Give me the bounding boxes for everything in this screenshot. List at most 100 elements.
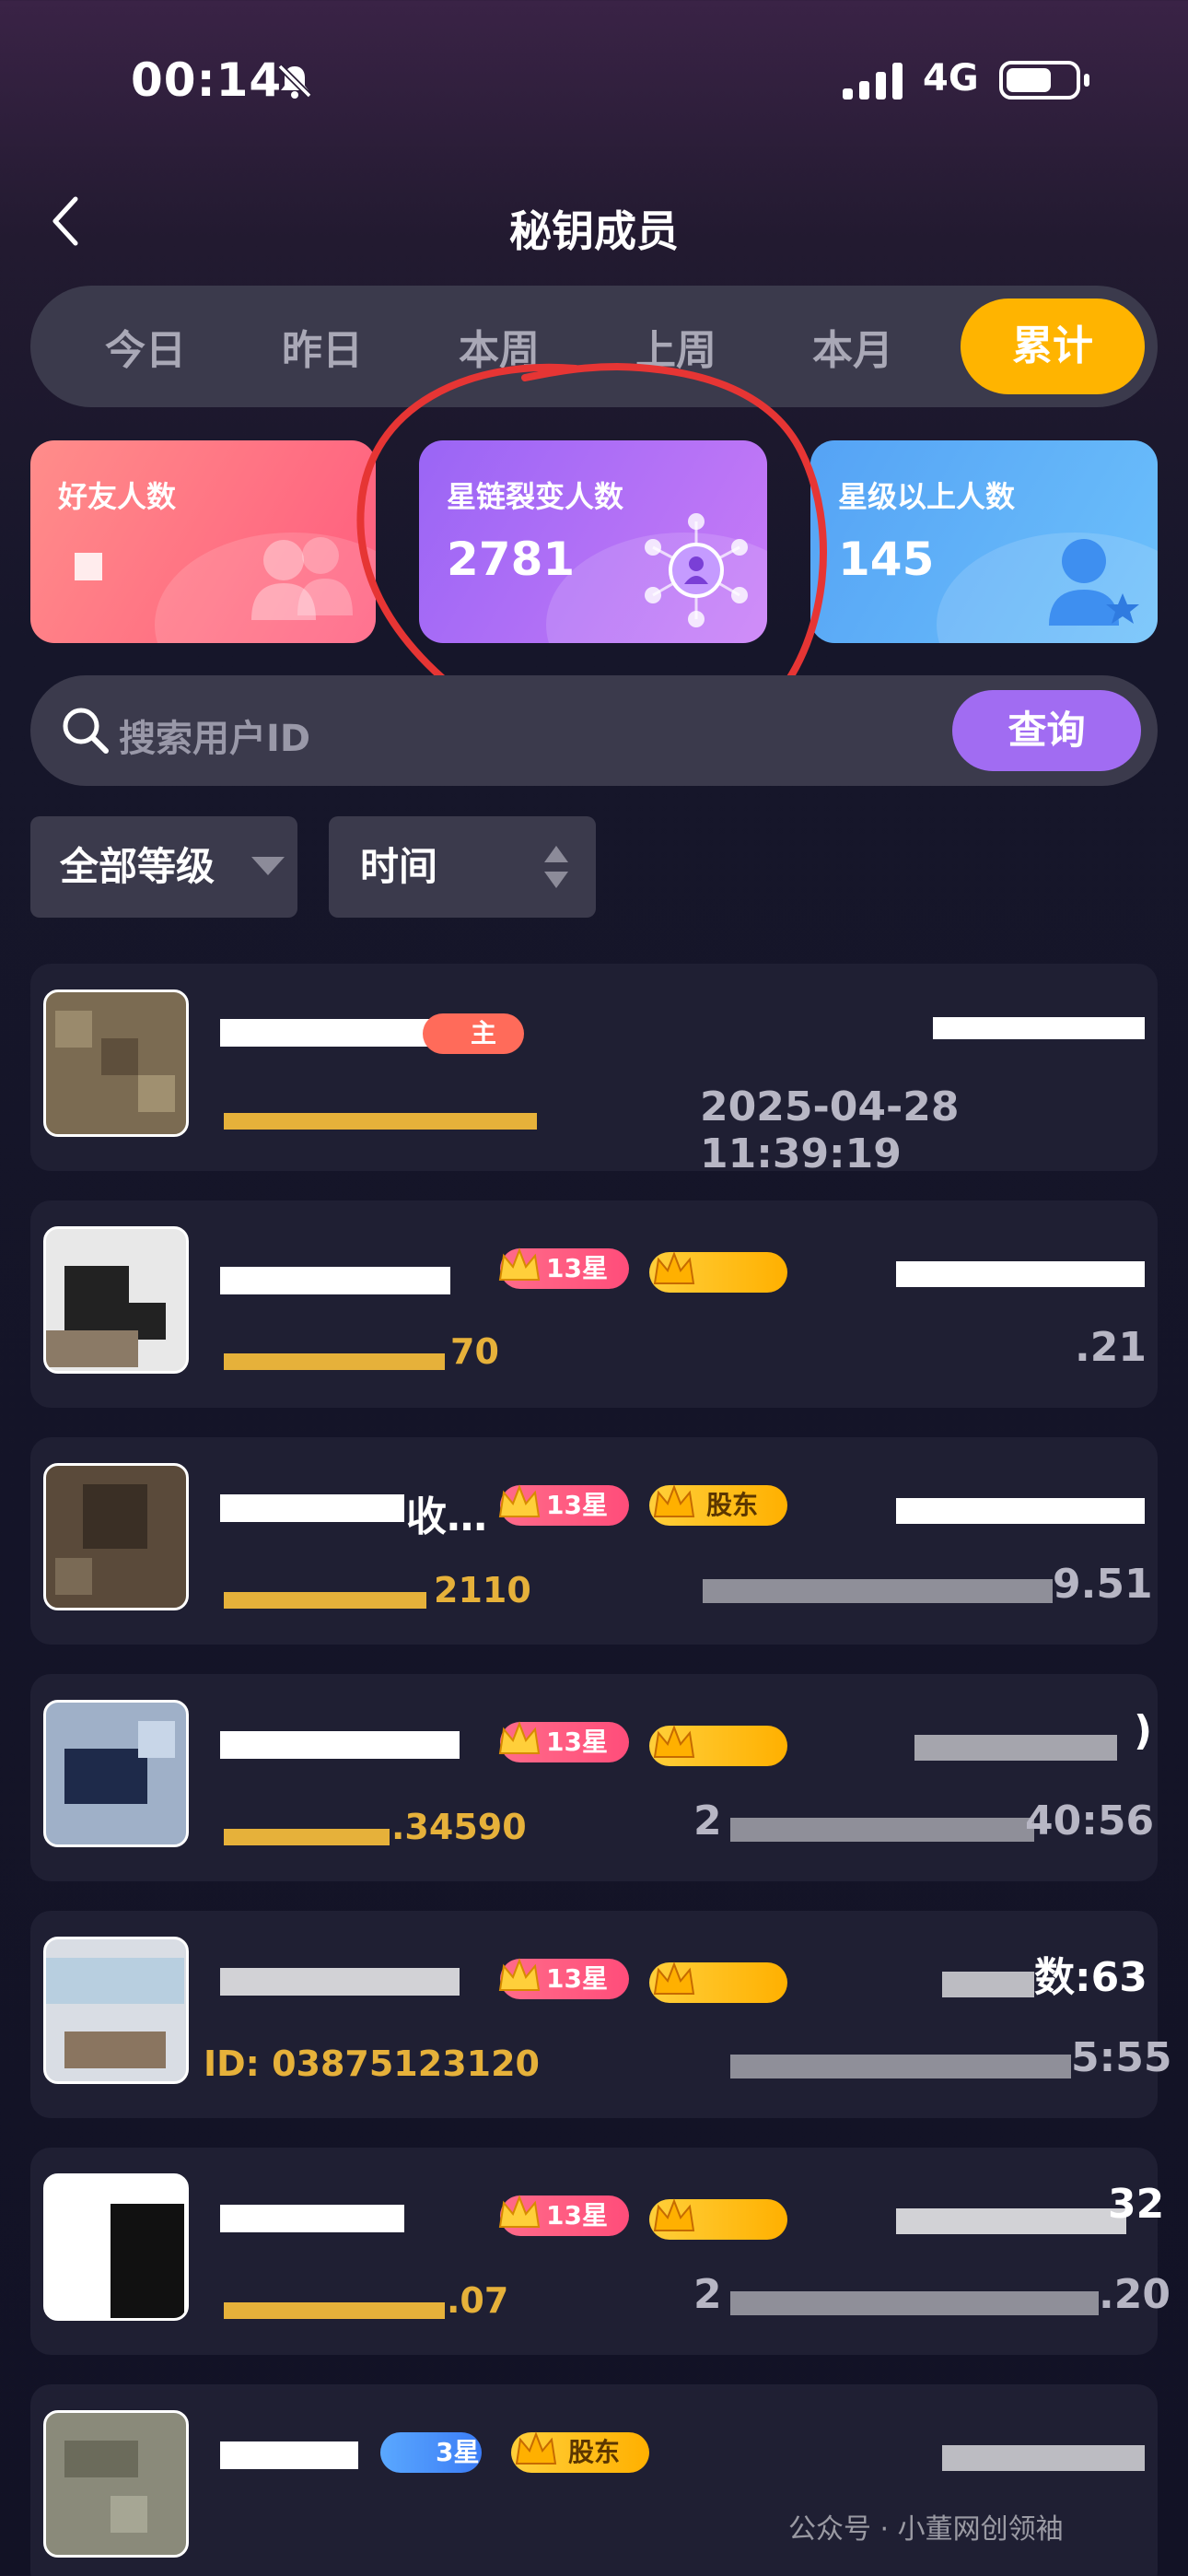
- shareholder-badge: [649, 2198, 787, 2240]
- id-redacted: [224, 1592, 426, 1609]
- crown-icon: [653, 2198, 695, 2231]
- timestamp: .21: [1075, 1324, 1147, 1371]
- member-row[interactable]: 13星 32 .07 2 .20: [30, 2148, 1171, 2355]
- level-filter-label: 全部等级: [60, 844, 215, 889]
- star-level-badge: 13星: [498, 1247, 629, 1289]
- timestamp-redacted: [703, 1579, 1053, 1603]
- crown-icon: [498, 2195, 541, 2228]
- crown-icon: [498, 1484, 541, 1517]
- right-top-text: 数:63: [1034, 1954, 1147, 2001]
- stat-value: 145: [838, 533, 935, 586]
- level-filter-dropdown[interactable]: 全部等级: [30, 816, 297, 918]
- shareholder-badge: 股东: [511, 2431, 649, 2473]
- avatar: [43, 1937, 189, 2084]
- right-top-text: ): [1134, 1707, 1153, 1754]
- user-star-icon: [1049, 539, 1139, 626]
- name-redacted: [220, 1731, 460, 1759]
- right-top-redacted: [896, 2208, 1126, 2234]
- caret-down-icon: [251, 857, 285, 875]
- member-row[interactable]: 主 2025-04-28 11:39:19: [30, 964, 1158, 1177]
- shareholder-badge: [649, 1725, 787, 1766]
- shareholder-badge: [649, 1251, 787, 1293]
- crown-icon: [498, 1721, 541, 1754]
- member-row[interactable]: 3星 股东: [30, 2384, 1158, 2576]
- timestamp: .20: [1099, 2271, 1171, 2318]
- tab-today[interactable]: 今日: [76, 317, 215, 376]
- member-id: 2110: [434, 1570, 531, 1610]
- right-top-redacted: [914, 1735, 1117, 1761]
- star-level-badge: 3星: [380, 2432, 482, 2473]
- member-row[interactable]: 13星 ) .34590 2 40:56: [30, 1674, 1158, 1881]
- role-tag: 主: [423, 1013, 524, 1054]
- crown-icon: [653, 1961, 695, 1995]
- redaction: [75, 553, 102, 580]
- crown-icon: [653, 1725, 695, 1758]
- member-row[interactable]: 收… 13星 股东 2110 9.51: [30, 1437, 1158, 1645]
- member-row[interactable]: 13星 数:63 ID: 03875123120 5:55: [30, 1911, 1171, 2118]
- signal-icon: [843, 63, 903, 100]
- member-id: .34590: [391, 1807, 527, 1847]
- member-name: 收…: [406, 1493, 487, 1540]
- star-level-badge: 13星: [498, 2195, 629, 2236]
- stat-label: 星级以上人数: [838, 479, 1016, 514]
- timestamp-prefix: 2: [693, 1797, 722, 1844]
- crown-icon: [498, 1958, 541, 1991]
- member-id: 70: [450, 1331, 499, 1372]
- timestamp: 2025-04-28 11:39:19: [700, 1083, 960, 1177]
- search-bar: 搜索用户ID 查询: [30, 675, 1158, 786]
- name-redacted: [220, 1267, 450, 1294]
- member-id: .07: [447, 2280, 509, 2321]
- star-level-badge: 13星: [498, 1721, 629, 1762]
- avatar: [43, 1463, 189, 1610]
- status-bar: 00:14 4G: [0, 0, 1188, 166]
- shareholder-badge: 股东: [649, 1484, 787, 1526]
- tab-cumulative[interactable]: 累计: [961, 299, 1145, 394]
- time-sort-label: 时间: [360, 844, 438, 889]
- sort-updown-icon: [544, 846, 568, 888]
- name-redacted: [220, 2205, 404, 2232]
- avatar: [43, 2173, 189, 2321]
- right-top-redacted: [896, 1498, 1145, 1524]
- watermark: 公众号 · 小董网创领袖: [788, 2513, 1064, 2546]
- timestamp-redacted: [730, 1818, 1034, 1842]
- timestamp: 40:56: [1025, 1797, 1155, 1844]
- timestamp: 9.51: [1053, 1561, 1153, 1608]
- star-level-badge: 13星: [498, 1484, 629, 1526]
- right-top-redacted: [933, 1017, 1145, 1039]
- timestamp-redacted: [730, 2055, 1071, 2078]
- star-level-badge: 13星: [498, 1958, 629, 1999]
- time-sort-button[interactable]: 时间: [329, 816, 596, 918]
- search-icon: [63, 708, 109, 754]
- right-top-redacted: [942, 2445, 1145, 2471]
- network-type: 4G: [923, 57, 979, 100]
- right-top-redacted: [942, 1972, 1034, 1997]
- timestamp-prefix: 2: [693, 2271, 722, 2318]
- search-input[interactable]: 搜索用户ID: [119, 708, 310, 762]
- avatar: [43, 1226, 189, 1374]
- id-redacted: [224, 1353, 445, 1370]
- status-time: 00:14: [131, 53, 283, 107]
- crown-icon: [653, 1251, 695, 1284]
- stat-label: 好友人数: [58, 479, 177, 514]
- crown-icon: [653, 1484, 695, 1517]
- bell-muted-icon: [277, 64, 312, 99]
- timestamp: 5:55: [1071, 2034, 1172, 2081]
- battery-icon: [999, 61, 1089, 100]
- crown-icon: [498, 1247, 541, 1281]
- member-row[interactable]: 13星 70 .21: [30, 1200, 1158, 1408]
- stat-card-friends[interactable]: 好友人数: [30, 440, 376, 643]
- query-button[interactable]: 查询: [952, 690, 1141, 771]
- id-redacted: [224, 2302, 445, 2319]
- name-redacted: [220, 1494, 404, 1522]
- member-id: ID: 03875123120: [204, 2043, 540, 2084]
- name-redacted: [220, 2441, 358, 2469]
- page-title: 秘钥成员: [509, 206, 679, 256]
- id-redacted: [224, 1113, 537, 1130]
- shareholder-badge: [649, 1961, 787, 2003]
- stat-card-above-star[interactable]: 星级以上人数 145: [810, 440, 1158, 643]
- crown-icon: [515, 2431, 557, 2465]
- id-redacted: [224, 1829, 390, 1845]
- timestamp-redacted: [730, 2291, 1099, 2315]
- right-top-text: 32: [1108, 2181, 1165, 2228]
- right-top-redacted: [896, 1261, 1145, 1287]
